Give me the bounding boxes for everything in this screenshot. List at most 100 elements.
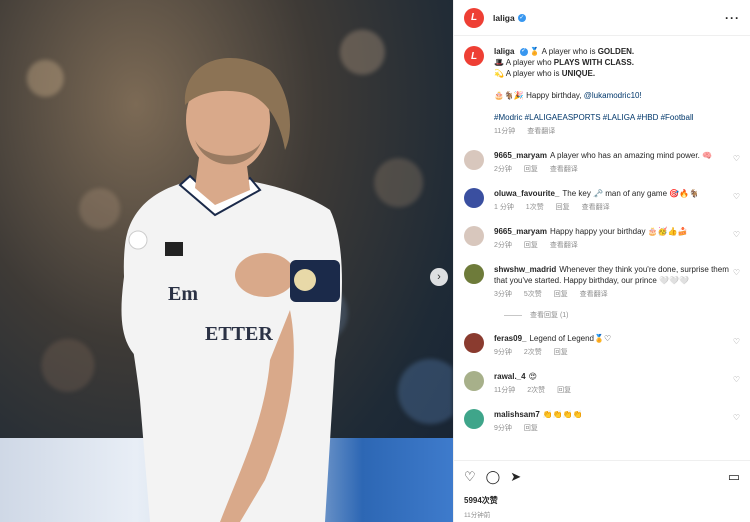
translate-link[interactable]: 查看翻译 <box>580 291 608 298</box>
comment-list: 9665_maryam A player who has an amazing m… <box>464 150 740 434</box>
svg-text:ETTER: ETTER <box>205 323 273 345</box>
avatar[interactable] <box>464 371 484 391</box>
comment-username[interactable]: 9665_maryam <box>494 151 547 160</box>
share-icon[interactable]: ➤ <box>510 469 521 485</box>
comment-text: A player who has an amazing mind power. … <box>549 151 712 160</box>
comment-text: The key 🗝️ man of any game 🎯🔥🐐 <box>562 189 700 198</box>
caption-meta: 11分钟 查看翻译 <box>494 126 694 137</box>
avatar[interactable]: L <box>464 7 484 28</box>
comments-scroll[interactable]: L laliga ✓ 🏅 A player who is GOLDEN. 🎩 A… <box>454 36 750 460</box>
heart-icon[interactable]: ♡ <box>733 337 740 346</box>
instagram-post-viewer: Em ETTER › L laliga ✓ ··· L laliga ✓ 🏅 A… <box>0 0 750 522</box>
like-count[interactable]: 5994次赞 <box>464 495 740 506</box>
post-sidebar: L laliga ✓ ··· L laliga ✓ 🏅 A player who… <box>453 0 750 522</box>
comment-item: oluwa_favourite_ The key 🗝️ man of any ga… <box>464 188 740 213</box>
caption-bold-3: UNIQUE. <box>561 69 596 78</box>
heart-icon[interactable]: ♡ <box>733 154 740 163</box>
avatar[interactable] <box>464 226 484 246</box>
avatar[interactable]: L <box>464 46 484 66</box>
reply-link[interactable]: 回复 <box>556 204 570 211</box>
comment-likes[interactable]: 2次赞 <box>527 387 545 394</box>
reply-link[interactable]: 回复 <box>524 166 538 173</box>
caption-birthday: 🎂🐐🎉 Happy birthday, <box>494 91 584 100</box>
comment-meta: 11分钟 2次赞 回复 <box>494 385 734 396</box>
caption-line-2: 🎩 A player who <box>494 58 554 67</box>
caption-time: 11分钟 <box>494 128 516 135</box>
comment-username[interactable]: feras09_ <box>494 334 526 343</box>
comment-item: shwshw_madrid Whenever they think you're … <box>464 264 740 300</box>
comment-text: Legend of Legend🏅♡ <box>529 334 612 343</box>
heart-icon[interactable]: ♡ <box>464 469 476 485</box>
caption-username[interactable]: laliga <box>494 47 514 56</box>
avatar[interactable] <box>464 333 484 353</box>
more-icon[interactable]: ··· <box>725 11 740 25</box>
comment-meta: 9分钟 回复 <box>494 423 734 434</box>
comment-meta: 2分钟 回复 查看翻译 <box>494 240 734 251</box>
chevron-right-icon[interactable]: › <box>430 268 448 286</box>
translate-link[interactable]: 查看翻译 <box>527 128 555 135</box>
mention-link[interactable]: @lukamodric10! <box>584 91 642 100</box>
comment-username[interactable]: malishsam7 <box>494 410 540 419</box>
reply-link[interactable]: 回复 <box>524 242 538 249</box>
view-replies-link[interactable]: 查看回复 (1) <box>504 310 740 320</box>
reply-link[interactable]: 回复 <box>554 291 568 298</box>
reply-link[interactable]: 回复 <box>524 425 538 432</box>
comment-item: 9665_maryam Happy happy your birthday 🎂🥳👍… <box>464 226 740 251</box>
comment-username[interactable]: oluwa_favourite_ <box>494 189 559 198</box>
heart-icon[interactable]: ♡ <box>733 413 740 422</box>
post-time: 11分钟前 <box>464 512 491 519</box>
verified-icon: ✓ <box>519 47 528 56</box>
post-caption: L laliga ✓ 🏅 A player who is GOLDEN. 🎩 A… <box>464 46 740 137</box>
comment-username[interactable]: 9665_maryam <box>494 227 547 236</box>
comment-meta: 3分钟 5次赞 回复 查看翻译 <box>494 289 734 300</box>
comment-likes[interactable]: 2次赞 <box>524 349 542 356</box>
comment-time: 2分钟 <box>494 242 512 249</box>
comment-meta: 2分钟 回复 查看翻译 <box>494 164 734 175</box>
comment-likes[interactable]: 5次赞 <box>524 291 542 298</box>
heart-icon[interactable]: ♡ <box>733 230 740 239</box>
player-figure: Em ETTER <box>121 57 342 522</box>
comment-time: 9分钟 <box>494 349 512 356</box>
comment-icon[interactable]: ◯ <box>486 469 501 485</box>
reply-link[interactable]: 回复 <box>554 349 568 356</box>
avatar[interactable] <box>464 150 484 170</box>
avatar[interactable] <box>464 264 484 284</box>
bookmark-icon[interactable]: ▭ <box>728 469 740 485</box>
avatar[interactable] <box>464 188 484 208</box>
heart-icon[interactable]: ♡ <box>733 192 740 201</box>
comment-username[interactable]: shwshw_madrid <box>494 265 556 274</box>
comment-username[interactable]: rawal._4 <box>494 372 526 381</box>
translate-link[interactable]: 查看翻译 <box>550 242 578 249</box>
svg-text:Em: Em <box>168 283 198 305</box>
comment-item: feras09_ Legend of Legend🏅♡ 9分钟 2次赞 回复 ♡ <box>464 333 740 358</box>
caption-bold-2: PLAYS WITH CLASS. <box>553 58 634 67</box>
comment-text: 👏👏👏👏 <box>542 410 583 419</box>
comment-time: 11分钟 <box>494 387 516 394</box>
action-bar: ♡ ◯ ➤ ▭ <box>464 469 740 485</box>
heart-icon[interactable]: ♡ <box>733 375 740 384</box>
translate-link[interactable]: 查看翻译 <box>550 166 578 173</box>
comment-item: 9665_maryam A player who has an amazing m… <box>464 150 740 175</box>
comment-meta: 1 分钟 1次赞 回复 查看翻译 <box>494 202 734 213</box>
caption-line-1: 🏅 A player who is <box>529 47 598 56</box>
avatar[interactable] <box>464 409 484 429</box>
caption-line-3: 💫 A player who is <box>494 69 562 78</box>
comment-time: 2分钟 <box>494 166 512 173</box>
hashtags[interactable]: #Modric #LALIGAEASPORTS #LALIGA #HBD #Fo… <box>494 112 694 123</box>
comment-time: 9分钟 <box>494 425 512 432</box>
comment-text: Happy happy your birthday 🎂🥳👍🍰 <box>549 227 688 236</box>
comment-meta: 9分钟 2次赞 回复 <box>494 347 734 358</box>
post-photo[interactable]: Em ETTER › <box>0 0 453 522</box>
author-username[interactable]: laliga <box>493 13 515 23</box>
heart-icon[interactable]: ♡ <box>733 268 740 277</box>
translate-link[interactable]: 查看翻译 <box>582 204 610 211</box>
comment-time: 3分钟 <box>494 291 512 298</box>
reply-link[interactable]: 回复 <box>557 387 571 394</box>
comment-item: rawal._4 😍 11分钟 2次赞 回复 ♡ <box>464 371 740 396</box>
comment-time: 1 分钟 <box>494 204 514 211</box>
post-header: L laliga ✓ ··· <box>454 0 750 36</box>
comment-item: malishsam7 👏👏👏👏 9分钟 回复 ♡ <box>464 409 740 434</box>
comment-text: 😍 <box>528 372 537 381</box>
caption-bold-1: GOLDEN. <box>597 47 635 56</box>
comment-likes[interactable]: 1次赞 <box>526 204 544 211</box>
